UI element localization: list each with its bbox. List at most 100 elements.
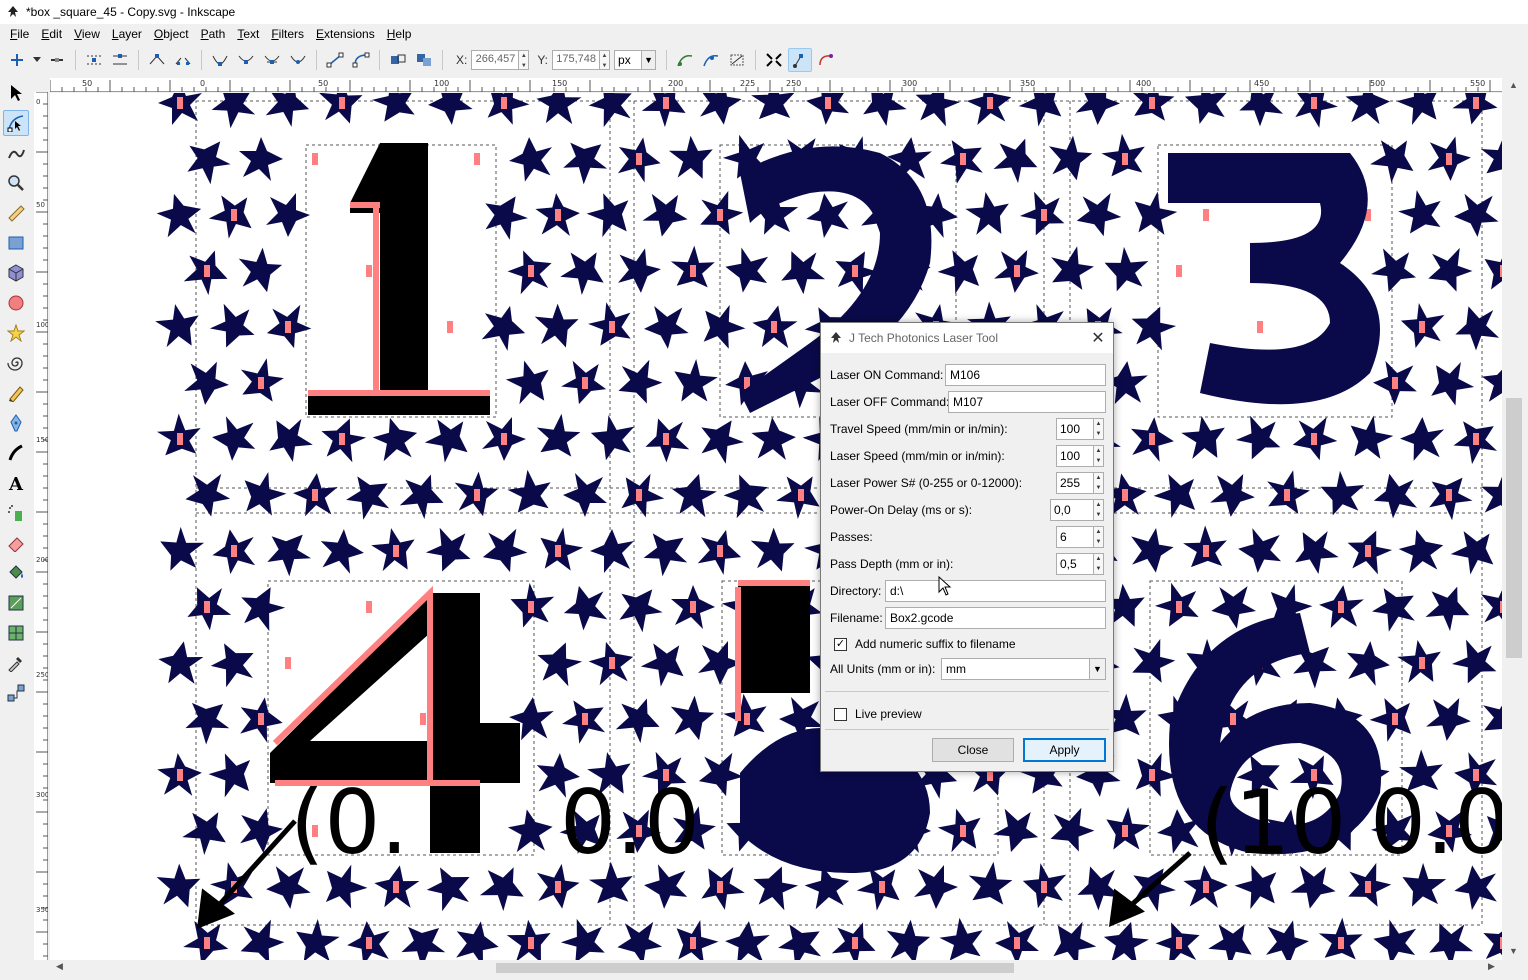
show-path-outline-icon[interactable] [814, 48, 838, 72]
horizontal-scroll-thumb[interactable] [496, 963, 1014, 973]
insert-node-icon[interactable] [5, 48, 29, 72]
eraser-tool-icon[interactable] [3, 530, 29, 556]
passes-arrows[interactable]: ▲ ▼ [1094, 526, 1104, 548]
segment-line-icon[interactable] [323, 48, 347, 72]
travel-speed-arrows[interactable]: ▲ ▼ [1094, 418, 1104, 440]
node-symmetric-icon[interactable] [260, 48, 284, 72]
live-preview-row[interactable]: Live preview [834, 707, 922, 721]
laser-on-input[interactable]: M106 [945, 364, 1106, 386]
travel-speed-input[interactable]: 100 [1056, 418, 1094, 440]
zoom-tool-icon[interactable] [3, 170, 29, 196]
spray-tool-icon[interactable] [3, 500, 29, 526]
connector-tool-icon[interactable] [3, 680, 29, 706]
tweak-tool-icon[interactable] [3, 140, 29, 166]
laser-power-spinner[interactable]: 255 ▲ ▼ [1056, 472, 1104, 494]
stroke-to-path-icon[interactable] [412, 48, 436, 72]
insert-node-dropdown-icon[interactable] [31, 48, 43, 72]
menu-path[interactable]: Path [195, 24, 232, 44]
pencil-tool-icon[interactable] [3, 380, 29, 406]
mask-edit-icon[interactable] [725, 48, 749, 72]
y-coordinate-input[interactable]: 175,748 [552, 50, 601, 70]
apply-button[interactable]: Apply [1023, 738, 1106, 762]
menu-filters[interactable]: Filters [265, 24, 310, 44]
node-cusp-icon[interactable] [208, 48, 232, 72]
next-path-effect-icon[interactable] [673, 48, 697, 72]
paint-bucket-tool-icon[interactable] [3, 560, 29, 586]
numeric-suffix-checkbox[interactable]: ✓ [834, 637, 847, 651]
laser-speed-arrows[interactable]: ▲ ▼ [1094, 445, 1104, 467]
passes-spinner[interactable]: 6 ▲ ▼ [1056, 526, 1104, 548]
measure-tool-icon[interactable] [3, 200, 29, 226]
menu-extensions[interactable]: Extensions [310, 24, 381, 44]
unit-select[interactable]: px ▼ [614, 50, 657, 70]
node-smooth-icon[interactable] [234, 48, 258, 72]
join-nodes-icon[interactable] [82, 48, 106, 72]
scroll-right-icon[interactable]: ▶ [1488, 961, 1495, 972]
node-tool-icon[interactable] [3, 110, 29, 136]
delete-segment-icon[interactable] [171, 48, 195, 72]
gradient-tool-icon[interactable] [3, 590, 29, 616]
x-coordinate-input[interactable]: 266,457 [471, 50, 520, 70]
units-select[interactable]: mm ▼ [941, 658, 1106, 680]
laser-power-input[interactable]: 255 [1056, 472, 1094, 494]
menu-file[interactable]: File [4, 24, 35, 44]
ellipse-tool-icon[interactable] [3, 290, 29, 316]
close-icon[interactable]: ✕ [1083, 328, 1113, 348]
vertical-ruler[interactable]: 0 50 100 150 200 250 300 350 [34, 91, 49, 960]
vertical-scroll-thumb[interactable] [1506, 398, 1522, 658]
scroll-left-icon[interactable]: ◀ [56, 961, 63, 972]
scroll-down-icon[interactable]: ▼ [1509, 946, 1518, 956]
passes-input[interactable]: 6 [1056, 526, 1094, 548]
dropper-tool-icon[interactable] [3, 650, 29, 676]
star-tool-icon[interactable] [3, 320, 29, 346]
delete-node-icon[interactable] [45, 48, 69, 72]
horizontal-ruler[interactable]: 50 0 50 100 150 200 225 250 300 350 400 … [49, 78, 1502, 92]
menu-layer[interactable]: Layer [106, 24, 148, 44]
mesh-tool-icon[interactable] [3, 620, 29, 646]
laser-power-arrows[interactable]: ▲ ▼ [1094, 472, 1104, 494]
object-to-path-icon[interactable] [386, 48, 410, 72]
laser-speed-spinner[interactable]: 100 ▲ ▼ [1056, 445, 1104, 467]
power-on-delay-input[interactable]: 0,0 [1050, 499, 1094, 521]
power-on-delay-arrows[interactable]: ▲ ▼ [1094, 499, 1104, 521]
y-coordinate-spinner[interactable]: ▲ ▼ [600, 50, 611, 70]
node-auto-smooth-icon[interactable] [286, 48, 310, 72]
laser-speed-input[interactable]: 100 [1056, 445, 1094, 467]
calligraphy-tool-icon[interactable] [3, 440, 29, 466]
text-tool-icon[interactable]: A [3, 470, 29, 496]
rectangle-tool-icon[interactable] [3, 230, 29, 256]
scroll-up-icon[interactable]: ▲ [1509, 80, 1518, 90]
laser-off-input[interactable]: M107 [948, 391, 1106, 413]
close-button[interactable]: Close [932, 738, 1014, 762]
menu-object[interactable]: Object [148, 24, 195, 44]
spiral-tool-icon[interactable] [3, 350, 29, 376]
directory-input[interactable]: d:\ [885, 580, 1106, 602]
power-on-delay-spinner[interactable]: 0,0 ▲ ▼ [1050, 499, 1104, 521]
show-handles-icon[interactable] [788, 48, 813, 72]
filename-input[interactable]: Box2.gcode [885, 607, 1106, 629]
3d-box-tool-icon[interactable] [3, 260, 29, 286]
pass-depth-input[interactable]: 0,5 [1056, 553, 1094, 575]
segment-curve-icon[interactable] [349, 48, 373, 72]
pen-tool-icon[interactable] [3, 410, 29, 436]
menu-text[interactable]: Text [231, 24, 265, 44]
menu-view[interactable]: View [68, 24, 106, 44]
vertical-scrollbar[interactable]: ▲ ▼ [1502, 78, 1528, 960]
pass-depth-arrows[interactable]: ▲ ▼ [1094, 553, 1104, 575]
join-segment-icon[interactable] [145, 48, 169, 72]
selector-tool-icon[interactable] [3, 80, 29, 106]
horizontal-scrollbar[interactable]: ◀ ▶ [50, 960, 1502, 976]
dialog-title-bar[interactable]: J Tech Photonics Laser Tool ✕ [821, 323, 1113, 353]
travel-speed-spinner[interactable]: 100 ▲ ▼ [1056, 418, 1104, 440]
menu-edit[interactable]: Edit [35, 24, 68, 44]
clip-path-edit-icon[interactable] [699, 48, 723, 72]
numeric-suffix-row[interactable]: ✓ Add numeric suffix to filename [834, 637, 1016, 651]
menu-help[interactable]: Help [381, 24, 418, 44]
x-coordinate-spinner[interactable]: ▲ ▼ [519, 50, 530, 70]
live-preview-checkbox[interactable] [834, 707, 847, 721]
pass-depth-spinner[interactable]: 0,5 ▲ ▼ [1056, 553, 1104, 575]
drawing-canvas[interactable]: (0. 0.0 (10 0.0 [50, 93, 1502, 960]
show-transform-handles-icon[interactable] [762, 48, 786, 72]
status-bar [0, 976, 1528, 980]
break-path-icon[interactable] [108, 48, 132, 72]
